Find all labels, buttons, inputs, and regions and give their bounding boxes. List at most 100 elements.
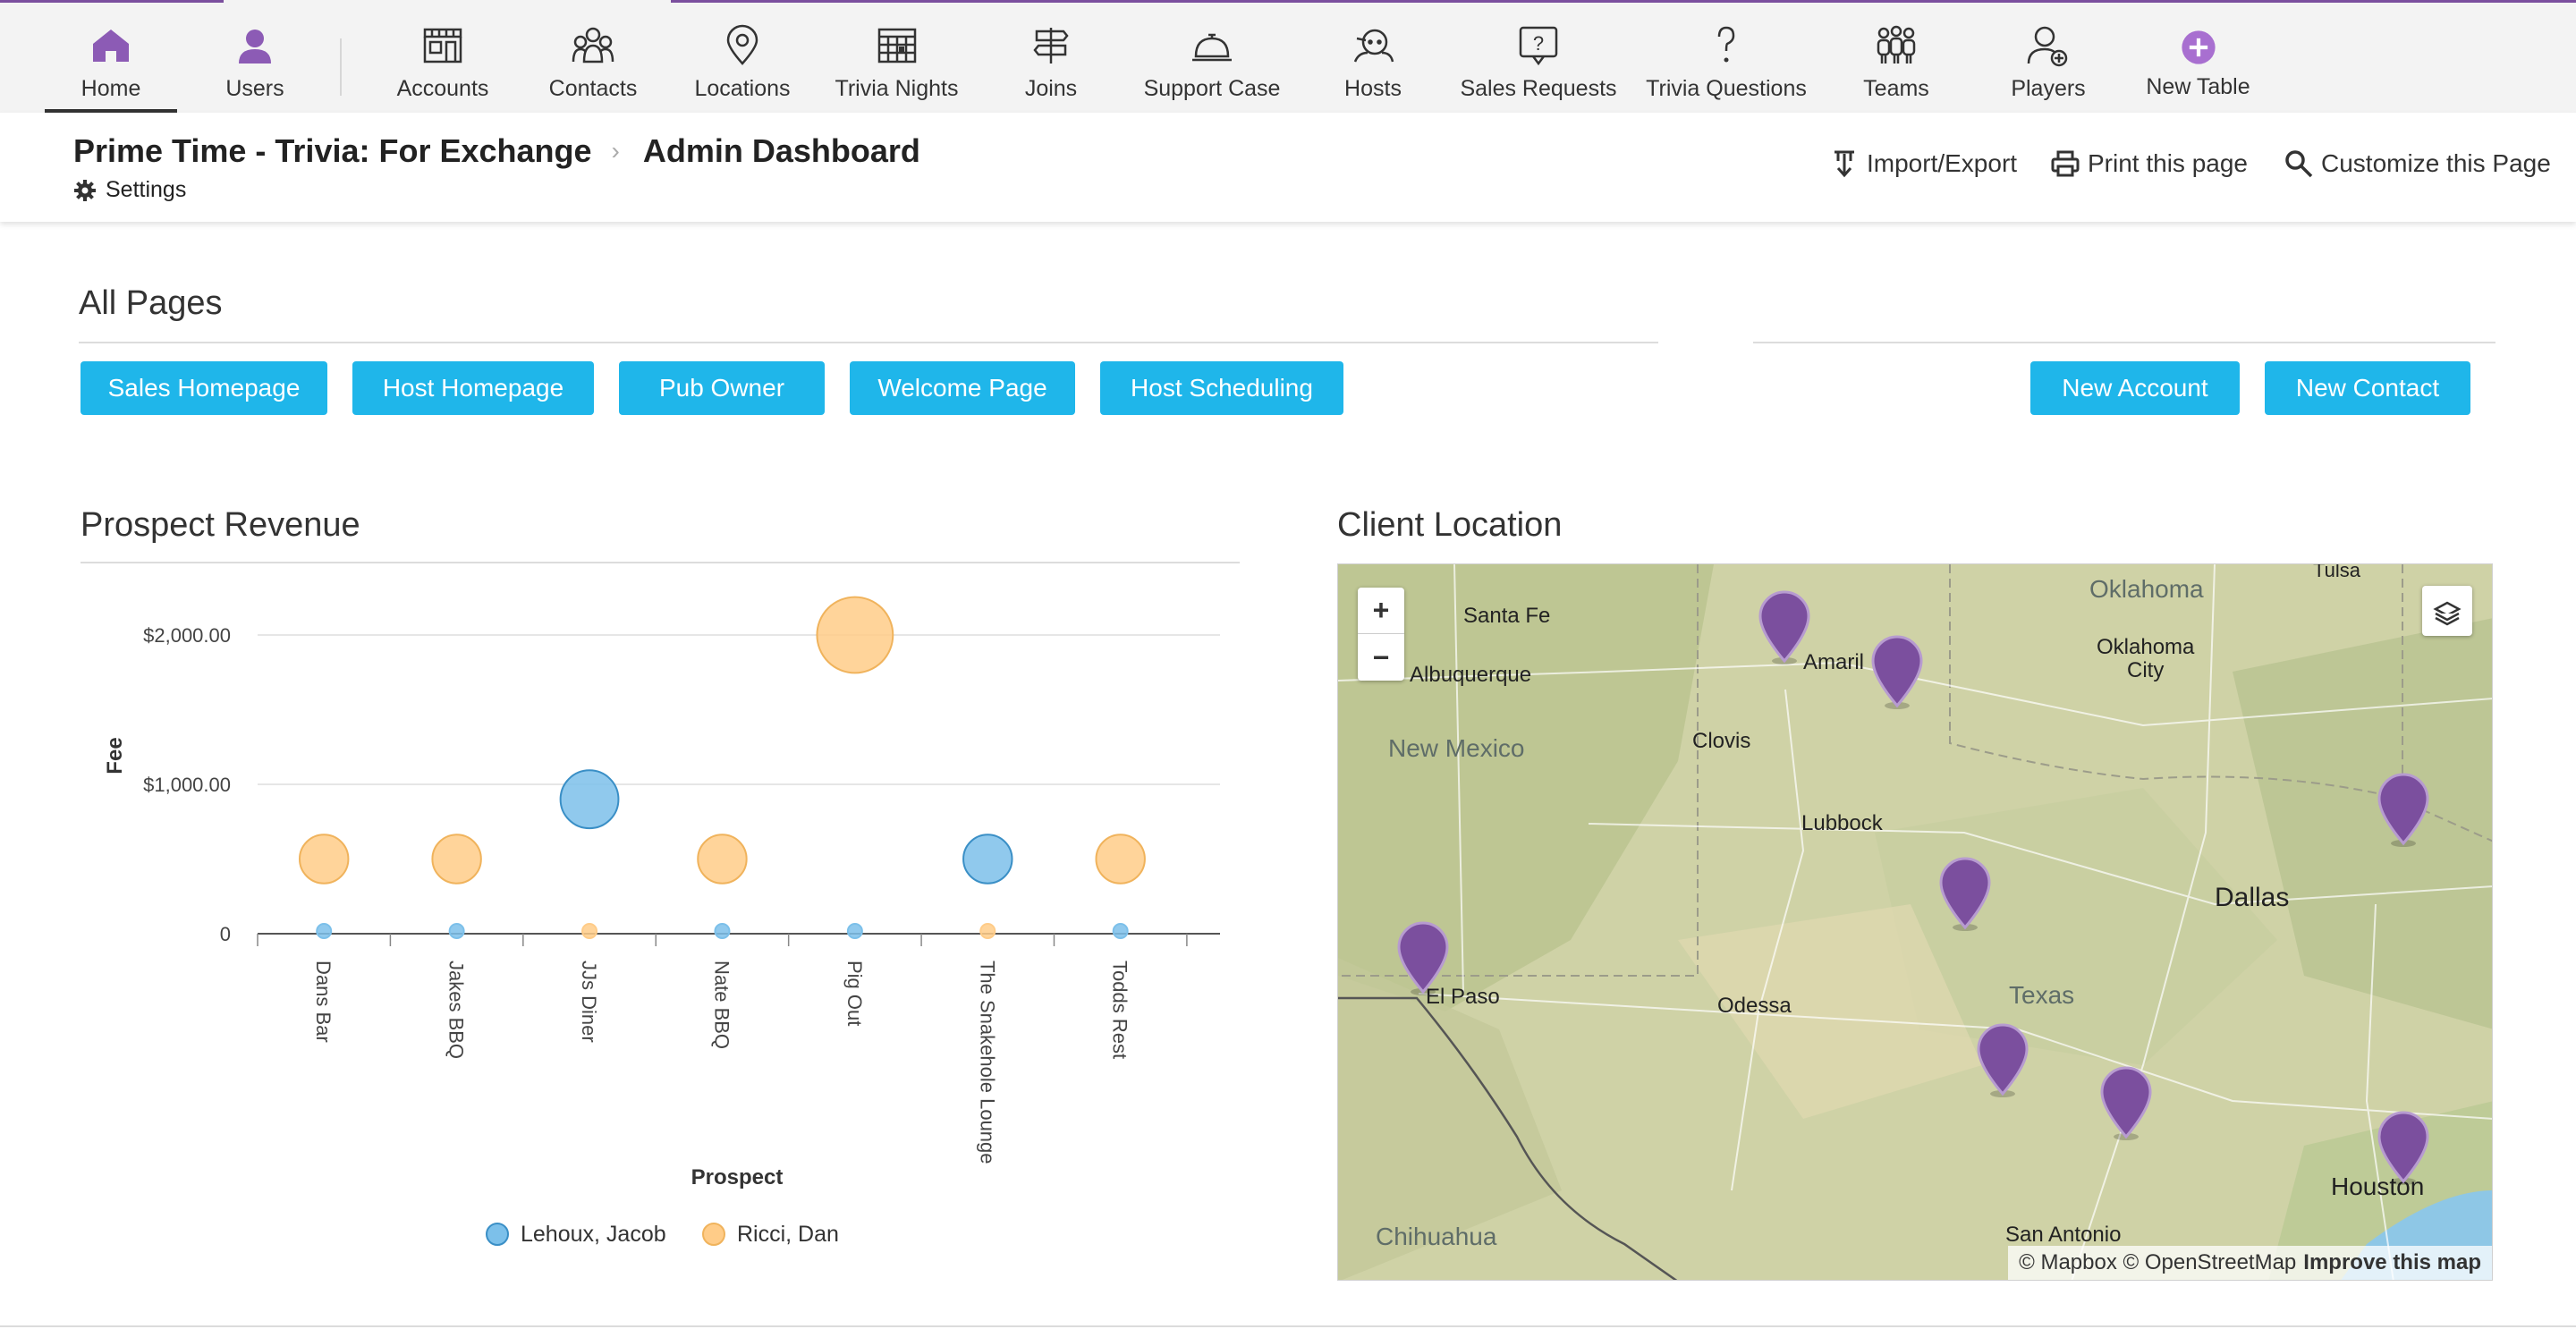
- legend-label[interactable]: Lehoux, Jacob: [521, 1222, 666, 1247]
- x-tick-label: Dans Bar: [312, 961, 335, 1043]
- zoom-out-button[interactable]: −: [1358, 634, 1404, 681]
- new-account-button[interactable]: New Account: [2030, 361, 2240, 415]
- map-pin[interactable]: [1937, 856, 1993, 933]
- map-label-santa-fe: Santa Fe: [1463, 604, 1551, 628]
- bubble-point[interactable]: [714, 923, 731, 939]
- map-label-dallas: Dallas: [2215, 883, 2290, 912]
- nav-trivia-nights[interactable]: Trivia Nights: [827, 3, 966, 113]
- host-homepage-button[interactable]: Host Homepage: [352, 361, 594, 415]
- player-add-icon: [2027, 26, 2068, 67]
- customize-page-button[interactable]: Customize this Page: [2284, 148, 2551, 179]
- host-face-icon: [1353, 29, 1394, 63]
- bubble-point[interactable]: [962, 834, 1013, 885]
- zoom-controls: + −: [1358, 588, 1404, 681]
- bubble-point[interactable]: [979, 923, 996, 939]
- bubble-point[interactable]: [448, 923, 465, 939]
- storefront-icon: [423, 28, 462, 63]
- location-pin-icon: [726, 24, 758, 65]
- breadcrumb-app-name[interactable]: Prime Time - Trivia: For Exchange: [73, 132, 592, 170]
- service-bell-icon: [1192, 33, 1232, 62]
- map-label-oklahoma-city-line2: City: [2127, 658, 2165, 682]
- nav-trivia-nights-label: Trivia Nights: [835, 76, 959, 101]
- top-navigation: Home Users Accounts Contacts Locations T…: [0, 0, 2576, 113]
- nav-locations-label: Locations: [694, 76, 791, 101]
- import-export-button[interactable]: Import/Export: [1829, 148, 2017, 179]
- nav-contacts-label: Contacts: [548, 76, 638, 101]
- map-label-oklahoma: Oklahoma: [2089, 575, 2204, 603]
- sales-homepage-button[interactable]: Sales Homepage: [80, 361, 327, 415]
- user-icon: [239, 30, 271, 63]
- bubble-point[interactable]: [559, 769, 620, 830]
- settings-link[interactable]: Settings: [73, 177, 186, 203]
- prospect-revenue-heading: Prospect Revenue: [80, 506, 360, 544]
- print-page-button[interactable]: Print this page: [2050, 148, 2248, 179]
- breadcrumb-chevron-icon: ›: [611, 137, 620, 165]
- map-pin[interactable]: [2376, 1110, 2431, 1187]
- nav-locations[interactable]: Locations: [684, 3, 801, 113]
- client-location-map[interactable]: Oklahoma Tulsa Santa Fe Albuquerque Amar…: [1337, 563, 2493, 1281]
- page-title: Admin Dashboard: [642, 132, 920, 169]
- map-pin[interactable]: [2376, 772, 2431, 849]
- nav-accounts-label: Accounts: [396, 76, 489, 101]
- welcome-page-button[interactable]: Welcome Page: [850, 361, 1075, 415]
- y-tick-label: $2,000.00: [143, 624, 231, 647]
- bubble-point[interactable]: [1095, 834, 1146, 885]
- nav-home[interactable]: Home: [45, 3, 177, 113]
- legend-swatch: [486, 1223, 509, 1246]
- x-tick-label: Todds Rest: [1109, 961, 1131, 1059]
- nav-trivia-questions[interactable]: Trivia Questions: [1641, 3, 1811, 113]
- host-scheduling-button[interactable]: Host Scheduling: [1100, 361, 1343, 415]
- x-tick-label: Pig Out: [843, 961, 866, 1026]
- attribution-text[interactable]: © Mapbox © OpenStreetMap: [2019, 1250, 2296, 1275]
- nav-teams[interactable]: Teams: [1838, 3, 1954, 113]
- nav-hosts[interactable]: Hosts: [1315, 3, 1431, 113]
- bubble-point[interactable]: [431, 834, 482, 885]
- nav-joins-label: Joins: [1024, 76, 1078, 101]
- nav-sales-requests[interactable]: ? Sales Requests: [1458, 3, 1619, 113]
- bubble-point[interactable]: [581, 923, 598, 939]
- new-contact-button[interactable]: New Contact: [2265, 361, 2470, 415]
- layers-button[interactable]: [2422, 586, 2472, 636]
- import-export-label: Import/Export: [1867, 149, 2018, 177]
- map-label-tulsa: Tulsa: [2313, 563, 2360, 581]
- nav-trivia-questions-label: Trivia Questions: [1646, 76, 1807, 101]
- signpost-icon: [1033, 28, 1069, 63]
- nav-joins[interactable]: Joins: [993, 3, 1109, 113]
- improve-map-link[interactable]: Improve this map: [2303, 1250, 2481, 1275]
- x-tick-label: JJs Diner: [578, 961, 600, 1043]
- legend-label[interactable]: Ricci, Dan: [737, 1222, 839, 1247]
- map-label-lubbock: Lubbock: [1801, 811, 1883, 835]
- y-axis-label: Fee: [103, 737, 127, 774]
- map-pin[interactable]: [1975, 1022, 2030, 1099]
- prospect-revenue-divider: [80, 562, 1240, 563]
- nav-contacts[interactable]: Contacts: [535, 3, 651, 113]
- bubble-point[interactable]: [697, 834, 748, 885]
- map-label-albuquerque: Albuquerque: [1410, 663, 1532, 687]
- svg-text:?: ?: [1533, 32, 1544, 55]
- zoom-in-button[interactable]: +: [1358, 588, 1404, 634]
- pub-owner-button[interactable]: Pub Owner: [619, 361, 825, 415]
- nav-accounts[interactable]: Accounts: [385, 3, 501, 113]
- map-pin[interactable]: [2098, 1065, 2154, 1142]
- map-pin[interactable]: [1395, 920, 1451, 997]
- nav-support-case[interactable]: Support Case: [1136, 3, 1288, 113]
- bubble-point[interactable]: [816, 596, 894, 674]
- nav-players[interactable]: Players: [1990, 3, 2106, 113]
- bubble-point[interactable]: [846, 923, 863, 939]
- nav-users[interactable]: Users: [192, 3, 318, 113]
- map-label-new-mexico: New Mexico: [1388, 734, 1525, 762]
- nav-users-label: Users: [225, 76, 284, 101]
- question-mark-icon: [1717, 26, 1735, 63]
- customize-page-label: Customize this Page: [2321, 149, 2551, 177]
- client-location-heading: Client Location: [1337, 506, 1563, 544]
- page-header: Prime Time - Trivia: For Exchange › Admi…: [0, 113, 2576, 222]
- nav-home-label: Home: [80, 76, 141, 101]
- map-pin[interactable]: [1757, 589, 1812, 666]
- map-pin[interactable]: [1869, 634, 1925, 711]
- footer-divider: [0, 1325, 2576, 1327]
- bubble-point[interactable]: [1112, 923, 1129, 939]
- bubble-point[interactable]: [299, 834, 350, 885]
- nav-new-table[interactable]: New Table: [2133, 3, 2263, 113]
- bubble-point[interactable]: [316, 923, 333, 939]
- right-panel-divider: [1753, 342, 2496, 343]
